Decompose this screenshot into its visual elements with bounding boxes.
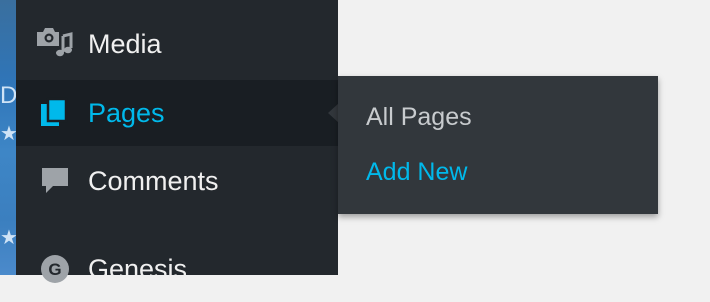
- sidebar-item-comments[interactable]: Comments: [16, 148, 338, 214]
- submenu-item-add-new[interactable]: Add New: [366, 158, 467, 187]
- sidebar-item-label: Genesis: [88, 253, 188, 284]
- admin-sidebar-menu: Media Pages Comments G Genesis: [16, 0, 339, 284]
- background-text-fragment: Di: [0, 84, 16, 108]
- sidebar-item-media[interactable]: Media: [16, 11, 338, 77]
- sidebar-item-pages[interactable]: Pages: [16, 80, 339, 146]
- genesis-icon: G: [34, 248, 76, 290]
- media-icon: [34, 23, 76, 65]
- pages-submenu-flyout: All Pages Add New: [338, 76, 658, 214]
- background-star-icon: ★: [0, 228, 16, 248]
- page-background-strip: Di ★ ★: [0, 0, 16, 275]
- sidebar-item-genesis[interactable]: G Genesis: [16, 236, 338, 302]
- sidebar-item-label: Comments: [88, 165, 219, 196]
- genesis-icon-letter: G: [48, 260, 61, 279]
- pages-icon: [34, 92, 76, 134]
- submenu-item-all-pages[interactable]: All Pages: [366, 103, 472, 132]
- comments-icon: [34, 160, 76, 202]
- sidebar-item-label: Pages: [88, 97, 165, 128]
- background-star-icon: ★: [0, 124, 16, 144]
- sidebar-item-label: Media: [88, 28, 162, 59]
